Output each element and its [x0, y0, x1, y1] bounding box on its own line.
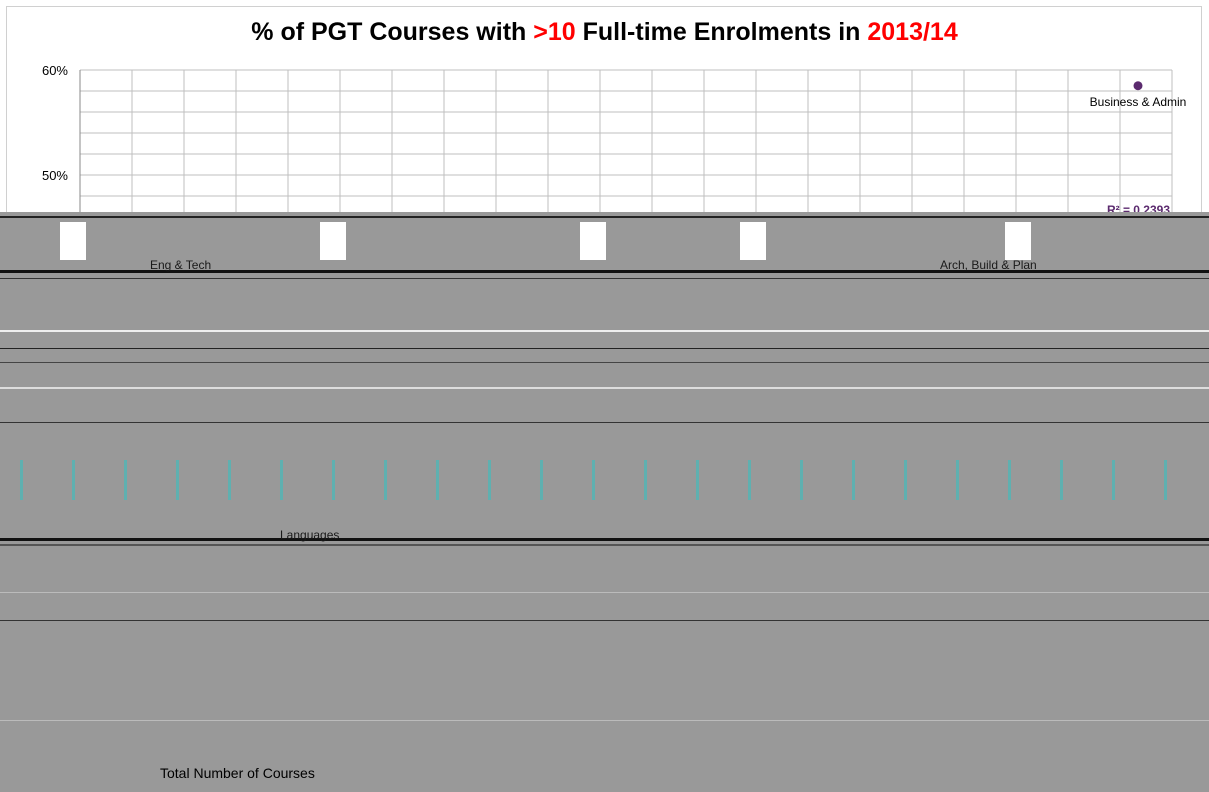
data-point-label: Business & Admin [1090, 95, 1187, 109]
noise-stripe [696, 460, 699, 500]
noise-stripe [1164, 460, 1167, 500]
noise-stripe [1060, 460, 1063, 500]
noise-row [0, 330, 1209, 332]
noise-row [0, 620, 1209, 621]
noise-stripe [592, 460, 595, 500]
noise-row [0, 422, 1209, 423]
corrupted-region [0, 212, 1209, 792]
noise-stripe [1008, 460, 1011, 500]
y-tick-label: 60% [42, 63, 68, 78]
noise-patch [580, 222, 606, 260]
noise-stripe [176, 460, 179, 500]
noise-row [0, 278, 1209, 279]
noise-stripe [800, 460, 803, 500]
noise-stripe [384, 460, 387, 500]
noise-stripe [20, 460, 23, 500]
noise-stripe [904, 460, 907, 500]
noise-row [0, 362, 1209, 363]
noise-stripe [228, 460, 231, 500]
noise-row [0, 348, 1209, 349]
noise-stripe [280, 460, 283, 500]
label-languages: Languages [280, 528, 340, 542]
data-point [1133, 81, 1143, 91]
noise-row [0, 387, 1209, 389]
label-eng-tech: Eng & Tech [150, 258, 212, 272]
noise-stripe [488, 460, 491, 500]
noise-row [0, 216, 1209, 218]
noise-stripe [540, 460, 543, 500]
x-axis-title: Total Number of Courses [160, 765, 315, 781]
noise-stripe [956, 460, 959, 500]
noise-stripe [1112, 460, 1115, 500]
gridlines [79, 69, 1173, 212]
y-tick-label: 50% [42, 168, 68, 183]
noise-row [0, 538, 1209, 541]
noise-stripe [436, 460, 439, 500]
noise-patch [740, 222, 766, 260]
noise-stripe [852, 460, 855, 500]
noise-stripe [124, 460, 127, 500]
label-arch-build: Arch, Build & Plan [940, 258, 1037, 272]
noise-row [0, 720, 1209, 721]
noise-patch [1005, 222, 1031, 260]
noise-stripe [332, 460, 335, 500]
noise-stripe [644, 460, 647, 500]
noise-stripe [748, 460, 751, 500]
noise-row [0, 544, 1209, 546]
noise-patch [320, 222, 346, 260]
noise-patch [60, 222, 86, 260]
noise-row [0, 592, 1209, 593]
noise-stripe [72, 460, 75, 500]
y-ticks: 60% 50% [42, 63, 68, 183]
